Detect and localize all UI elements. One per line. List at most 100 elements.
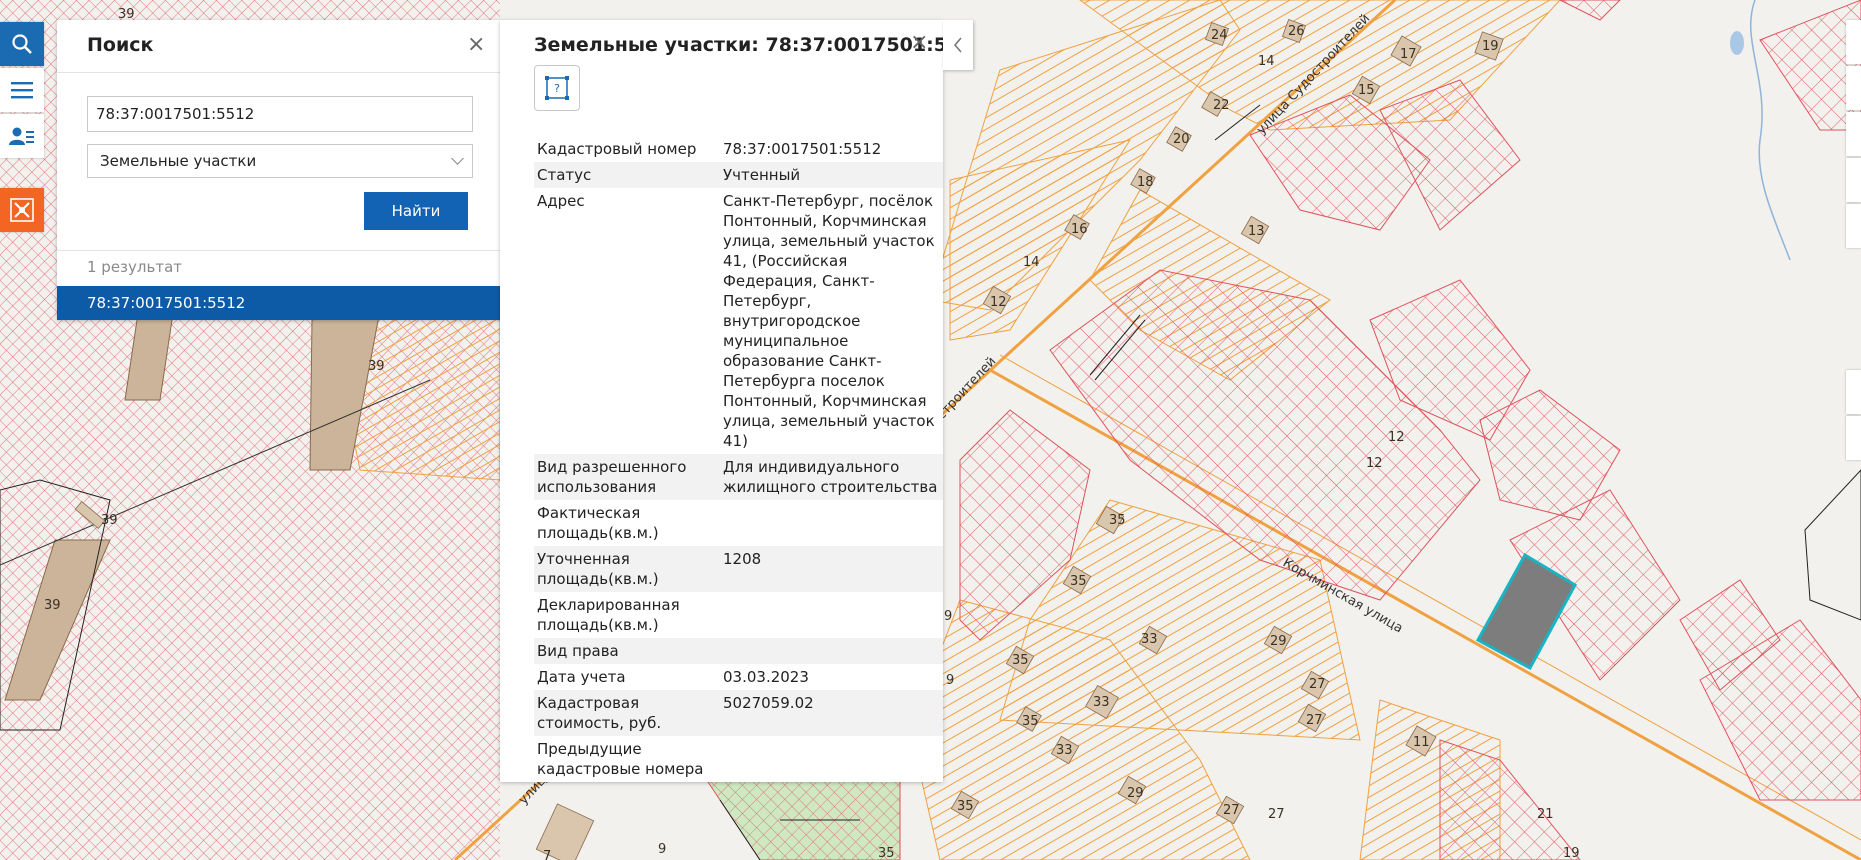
house-number: 35 xyxy=(1109,513,1126,528)
house-number: 29 xyxy=(1127,786,1144,801)
map-parcel xyxy=(1559,0,1621,21)
attribute-key: Уточненная площадь(кв.м.) xyxy=(534,546,720,592)
house-number: 9 xyxy=(658,842,666,857)
attribute-row: Кадастровый номер 78:37:0017501:5512 xyxy=(534,136,943,162)
house-number: 15 xyxy=(1358,83,1375,98)
house-number: 35 xyxy=(1012,653,1029,668)
house-number: 35 xyxy=(957,799,974,814)
attribute-value: Для индивидуального жилищного строительс… xyxy=(720,454,943,500)
layer-select-value: Земельные участки xyxy=(100,152,257,170)
parcel-plan-button[interactable]: ? xyxy=(534,65,580,111)
map-parcel xyxy=(1804,469,1861,621)
attribute-row: Статус Учтенный xyxy=(534,162,943,188)
attribute-row: Вид права xyxy=(534,638,943,664)
attribute-key: Адрес xyxy=(537,192,585,210)
parcel-plan-icon: ? xyxy=(545,76,569,100)
close-search-button[interactable]: × xyxy=(467,34,485,56)
attribute-row: Адрес Санкт-Петербург, посёлок Понтонный,… xyxy=(534,188,943,454)
attribute-key: Фактическая площадь(кв.м.) xyxy=(537,504,659,542)
attribute-value: Санкт-Петербург, посёлок Понтонный, Корч… xyxy=(723,192,935,450)
divider xyxy=(57,72,500,73)
search-panel-title: Поиск xyxy=(87,34,154,56)
house-number: 9 xyxy=(944,609,952,624)
house-number: 7 xyxy=(543,849,551,860)
brand-button[interactable] xyxy=(0,188,44,232)
house-number: 29 xyxy=(1270,634,1287,649)
right-tool-button[interactable] xyxy=(1846,204,1861,248)
house-number: 12 xyxy=(1366,456,1383,471)
house-number: 14 xyxy=(1258,54,1275,69)
attribute-key: Предыдущие кадастровые номера xyxy=(537,740,704,778)
search-input[interactable]: 78:37:0017501:5512 xyxy=(87,96,473,132)
divider xyxy=(57,250,500,251)
house-number: 26 xyxy=(1288,24,1305,39)
house-number: 35 xyxy=(1070,574,1087,589)
collapse-panel-button[interactable] xyxy=(943,20,973,70)
house-number: 19 xyxy=(1563,846,1580,860)
attribute-key: Декларированная площадь(кв.м.) xyxy=(537,596,680,634)
map-pond xyxy=(1730,31,1744,55)
zoom-in-button[interactable] xyxy=(1846,370,1861,414)
layers-menu-button[interactable] xyxy=(0,68,44,112)
attribute-value: 1208 xyxy=(720,546,943,592)
house-number: 19 xyxy=(1482,39,1499,54)
chevron-left-icon xyxy=(953,37,962,53)
layer-select[interactable]: Земельные участки xyxy=(87,144,473,178)
house-number: 20 xyxy=(1173,132,1190,147)
house-number: 13 xyxy=(1248,224,1265,239)
house-number: 17 xyxy=(1400,47,1417,62)
attribute-row: Декларированная площадь(кв.м.) xyxy=(534,592,943,638)
house-number: 33 xyxy=(1056,743,1073,758)
attribute-row: Вид разрешенного использования Для индиви… xyxy=(534,454,943,500)
street-label: строителей xyxy=(934,354,999,423)
right-tool-button[interactable] xyxy=(1846,158,1861,202)
attribute-value xyxy=(720,500,943,546)
house-number: 22 xyxy=(1213,98,1230,113)
right-tool-button[interactable] xyxy=(1846,112,1861,156)
house-number: 18 xyxy=(1137,175,1154,190)
zoom-out-button[interactable] xyxy=(1846,416,1861,460)
menu-icon xyxy=(11,82,33,99)
parcel-info-panel: Земельные участки: 78:37:0017501:5512 × … xyxy=(500,20,943,782)
house-number: 27 xyxy=(1309,677,1326,692)
attribute-value: Учтенный xyxy=(720,162,943,188)
house-number: 12 xyxy=(1388,430,1405,445)
result-item[interactable]: 78:37:0017501:5512 xyxy=(57,286,500,320)
house-number: 21 xyxy=(1537,807,1554,822)
search-tool-button[interactable] xyxy=(0,22,44,66)
house-number: 39 xyxy=(44,598,61,613)
spb-emblem-icon xyxy=(10,198,34,222)
attribute-value: 78:37:0017501:5512 xyxy=(723,140,882,158)
find-button[interactable]: Найти xyxy=(364,192,468,230)
attribute-row: Предыдущие кадастровые номера xyxy=(534,736,943,782)
right-tool-button[interactable] xyxy=(1846,66,1861,110)
search-panel: Поиск × 78:37:0017501:5512 Земельные уча… xyxy=(57,20,500,320)
house-number: 11 xyxy=(1413,735,1430,750)
house-number: 14 xyxy=(1023,255,1040,270)
attribute-row: Уточненная площадь(кв.м.) 1208 xyxy=(534,546,943,592)
house-number: 33 xyxy=(1141,632,1158,647)
attribute-key: Дата учета xyxy=(537,668,626,686)
parcel-info-title: Земельные участки: 78:37:0017501:5512 xyxy=(534,34,943,56)
house-number: 24 xyxy=(1211,28,1228,43)
user-list-icon xyxy=(9,127,34,145)
right-tool-button[interactable] xyxy=(1846,20,1861,64)
attribute-key: Кадастровая стоимость, руб. xyxy=(534,690,720,736)
close-info-button[interactable]: × xyxy=(910,32,928,54)
results-count: 1 результат xyxy=(87,258,183,276)
attribute-value xyxy=(720,638,943,664)
user-list-button[interactable] xyxy=(0,114,44,158)
attribute-value xyxy=(720,592,943,638)
attribute-value: 5027059.02 xyxy=(720,690,943,736)
house-number: 27 xyxy=(1268,807,1285,822)
house-number: 27 xyxy=(1306,713,1323,728)
attribute-row: Кадастровая стоимость, руб. 5027059.02 xyxy=(534,690,943,736)
attribute-key: Кадастровый номер xyxy=(537,140,697,158)
attribute-row: Дата учета 03.03.2023 xyxy=(534,664,943,690)
house-number: 9 xyxy=(946,673,954,688)
svg-text:?: ? xyxy=(554,82,560,95)
house-number: 16 xyxy=(1071,222,1088,237)
house-number: 35 xyxy=(878,846,895,860)
house-number: 39 xyxy=(368,359,385,374)
house-number: 27 xyxy=(1223,803,1240,818)
